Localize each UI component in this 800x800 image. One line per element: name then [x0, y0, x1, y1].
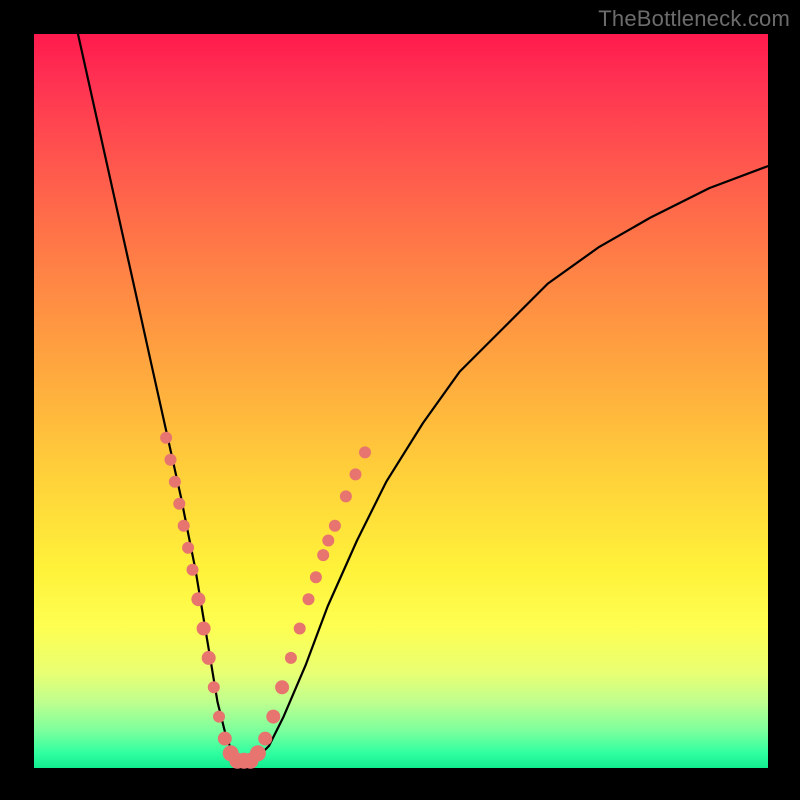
data-marker: [258, 732, 272, 746]
data-marker: [178, 520, 190, 532]
data-marker: [329, 520, 341, 532]
data-marker: [359, 446, 371, 458]
data-marker: [303, 593, 315, 605]
data-marker: [317, 549, 329, 561]
data-marker: [197, 622, 211, 636]
chart-frame: TheBottleneck.com: [0, 0, 800, 800]
data-marker: [310, 571, 322, 583]
data-marker: [160, 432, 172, 444]
data-marker: [340, 490, 352, 502]
data-marker: [266, 710, 280, 724]
data-marker: [169, 476, 181, 488]
data-marker: [294, 623, 306, 635]
data-marker: [191, 592, 205, 606]
data-marker: [250, 745, 266, 761]
data-marker: [202, 651, 216, 665]
data-marker: [173, 498, 185, 510]
bottleneck-curve: [78, 34, 768, 761]
data-marker: [182, 542, 194, 554]
marker-group: [160, 432, 371, 769]
data-marker: [350, 468, 362, 480]
data-marker: [218, 732, 232, 746]
watermark-text: TheBottleneck.com: [598, 6, 790, 32]
data-marker: [187, 564, 199, 576]
data-marker: [208, 681, 220, 693]
chart-plot-area: [34, 34, 768, 768]
data-marker: [165, 454, 177, 466]
data-marker: [285, 652, 297, 664]
data-marker: [322, 535, 334, 547]
data-marker: [275, 680, 289, 694]
chart-svg: [34, 34, 768, 768]
data-marker: [213, 711, 225, 723]
